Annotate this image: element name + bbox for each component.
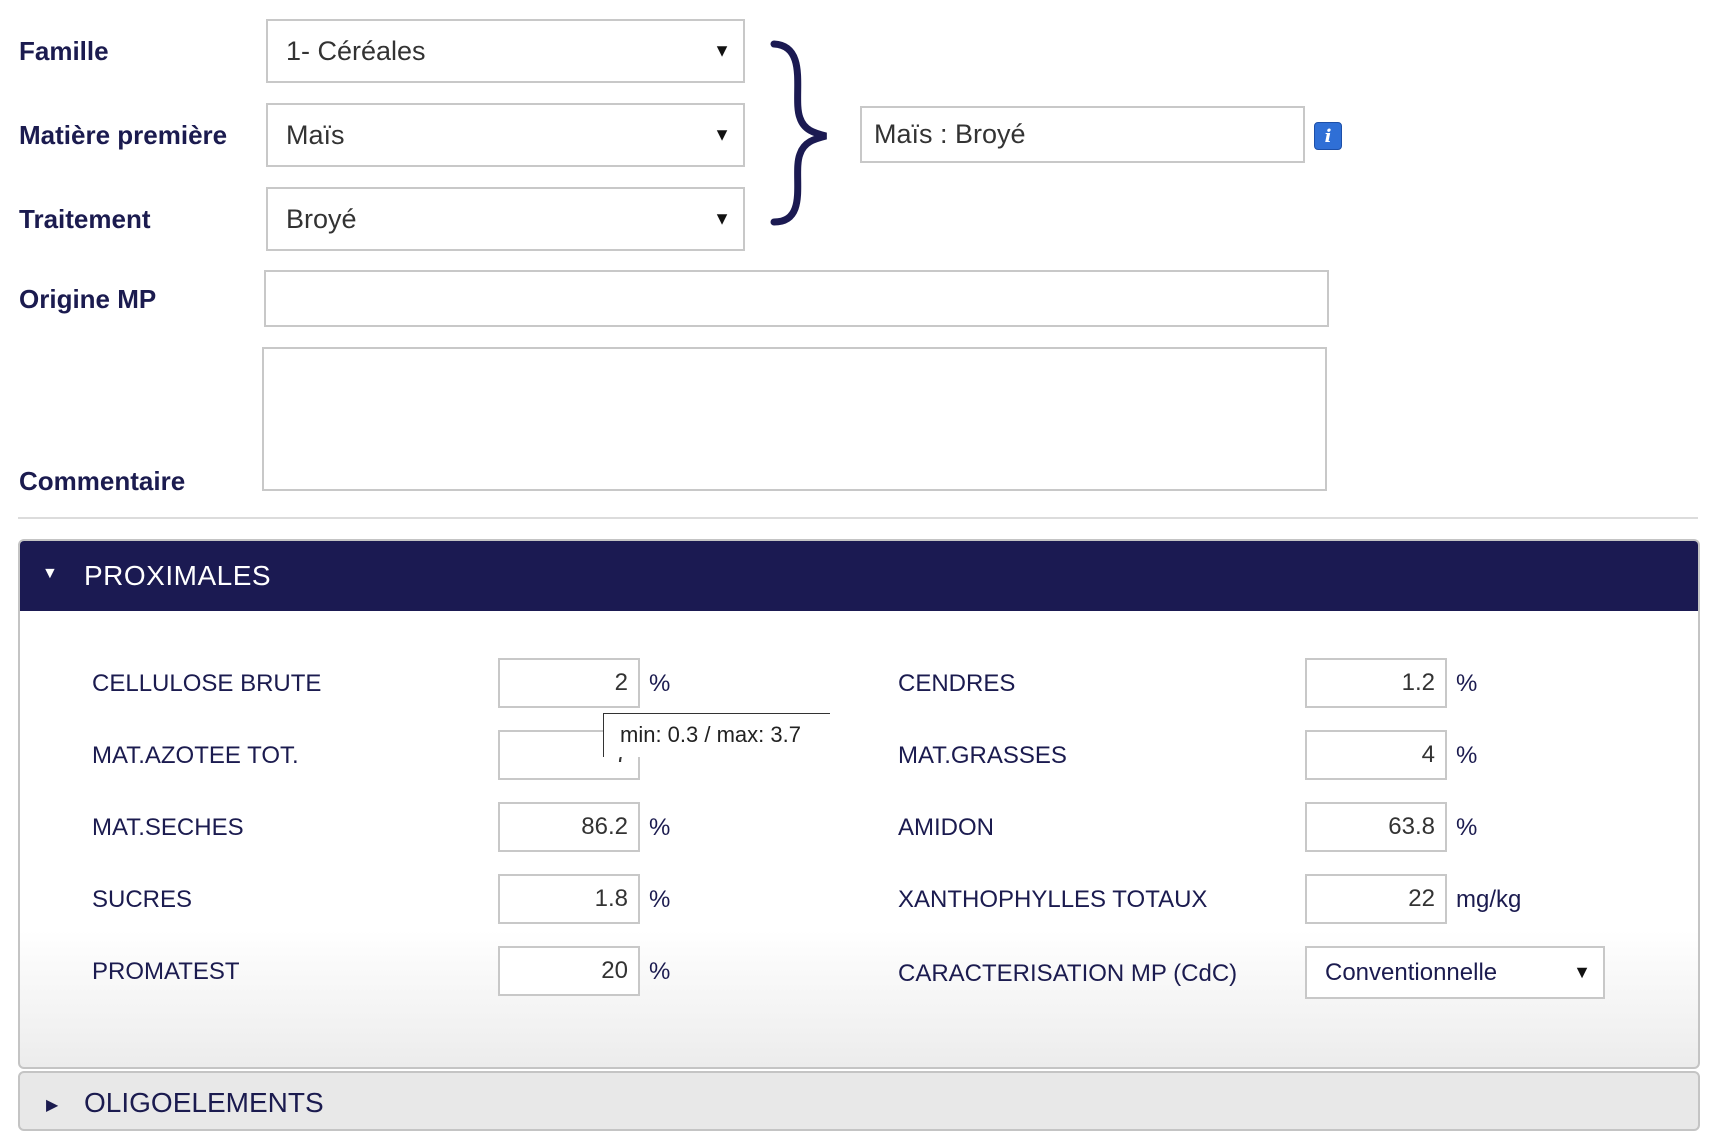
caracterisation-select[interactable]: Conventionnelle ▼ (1305, 946, 1605, 999)
xanthophylles-label: XANTHOPHYLLES TOTAUX (898, 886, 1208, 913)
grasses-label: MAT.GRASSES (898, 742, 1067, 769)
chevron-down-icon: ▼ (713, 124, 731, 145)
commentaire-label: Commentaire (19, 466, 186, 496)
famille-label: Famille (19, 36, 109, 66)
xanthophylles-input[interactable]: 22 (1305, 874, 1447, 924)
cendres-input[interactable]: 1.2 (1305, 658, 1447, 708)
azotee-label: MAT.AZOTEE TOT. (92, 742, 299, 769)
promatest-input[interactable]: 20 (498, 946, 640, 996)
seches-label: MAT.SECHES (92, 814, 244, 841)
chevron-down-icon: ▼ (713, 40, 731, 61)
traitement-label: Traitement (19, 204, 151, 234)
origine-label: Origine MP (19, 284, 157, 314)
caret-right-icon: ▶ (46, 1097, 59, 1114)
combined-name-field[interactable]: Maïs : Broyé (860, 106, 1305, 163)
caracterisation-label: CARACTERISATION MP (CdC) (898, 960, 1238, 987)
traitement-select[interactable]: Broyé ▼ (266, 187, 745, 251)
proximales-header[interactable]: ▼ PROXIMALES (20, 541, 1698, 611)
brace-icon (770, 40, 827, 226)
cellulose-unit: % (649, 670, 671, 697)
sucres-label: SUCRES (92, 886, 193, 913)
promatest-label: PROMATEST (92, 958, 240, 985)
grasses-input[interactable]: 4 (1305, 730, 1447, 780)
chevron-down-icon: ▼ (713, 208, 731, 229)
divider (18, 517, 1698, 519)
traitement-value: Broyé (286, 203, 357, 234)
cendres-label: CENDRES (898, 670, 1016, 697)
cendres-unit: % (1456, 670, 1478, 697)
matiere-label: Matière première (19, 120, 228, 150)
chevron-down-icon: ▼ (1573, 962, 1591, 982)
combined-name-value: Maïs : Broyé (874, 119, 1026, 149)
origine-input[interactable] (264, 270, 1329, 327)
caret-down-icon: ▼ (42, 565, 58, 582)
caracterisation-value: Conventionnelle (1325, 959, 1498, 986)
famille-value: 1- Céréales (286, 35, 426, 66)
famille-select[interactable]: 1- Céréales ▼ (266, 19, 745, 83)
amidon-input[interactable]: 63.8 (1305, 802, 1447, 852)
proximales-title: PROXIMALES (84, 560, 272, 591)
promatest-unit: % (649, 958, 671, 985)
matiere-select[interactable]: Maïs ▼ (266, 103, 745, 167)
range-tooltip: min: 0.3 / max: 3.7 (603, 713, 830, 757)
matiere-value: Maïs (286, 119, 345, 150)
seches-input[interactable]: 86.2 (498, 802, 640, 852)
grasses-unit: % (1456, 742, 1478, 769)
oligoelements-title: OLIGOELEMENTS (84, 1087, 324, 1118)
seches-unit: % (649, 814, 671, 841)
oligoelements-panel[interactable]: ▶ OLIGOELEMENTS (18, 1071, 1700, 1131)
sucres-input[interactable]: 1.8 (498, 874, 640, 924)
cellulose-input[interactable]: 2 (498, 658, 640, 708)
amidon-label: AMIDON (898, 814, 994, 841)
commentaire-textarea[interactable] (262, 347, 1327, 491)
cellulose-label: CELLULOSE BRUTE (92, 670, 322, 697)
info-icon[interactable]: i (1314, 122, 1342, 150)
xanthophylles-unit: mg/kg (1456, 886, 1522, 913)
amidon-unit: % (1456, 814, 1478, 841)
sucres-unit: % (649, 886, 671, 913)
